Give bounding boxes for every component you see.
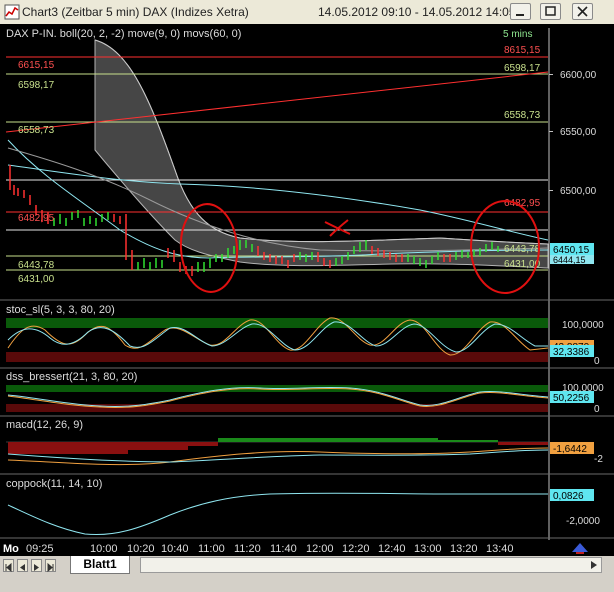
moving-average-slow	[7, 164, 549, 241]
level-label-left-4: 6482,95	[18, 213, 55, 224]
stoc-overbought-zone	[6, 318, 548, 328]
next-sheet-button[interactable]	[31, 559, 42, 572]
annotation-cross	[324, 219, 351, 237]
level-label-right-2: 6598,17	[504, 63, 541, 74]
level-label-right-3: 6558,73	[504, 110, 541, 121]
level-label-left-3: 6558,73	[18, 125, 55, 136]
time-label-1040: 10:40	[161, 543, 189, 555]
moving-average-grey	[7, 147, 549, 252]
level-label-left-6: 6431,00	[18, 274, 55, 285]
prev-arrow-icon	[20, 564, 25, 571]
chart-window: Chart3 (Zeitbar 5 min) DAX (Indizes Xetr…	[0, 0, 614, 592]
time-label-1000: 10:00	[90, 543, 118, 555]
level-label-right-5: 6443,78	[504, 244, 541, 255]
maximize-icon	[545, 6, 556, 16]
horizontal-scrollbar[interactable]	[140, 557, 602, 573]
window-date-range: 14.05.2012 09:10 - 14.05.2012 14:05	[318, 5, 516, 19]
scroll-right-icon[interactable]	[587, 558, 601, 572]
chart-app-icon	[4, 4, 20, 20]
time-label-1100: 11:00	[198, 543, 225, 555]
minimize-icon	[516, 14, 524, 16]
time-label-1220: 12:20	[342, 543, 370, 555]
stoc-oversold-zone	[6, 352, 548, 362]
last-arrow-icon	[47, 562, 54, 573]
last-price-value-2: 6444,15	[553, 255, 586, 265]
prev-sheet-button[interactable]	[17, 559, 28, 572]
dss-axis-bottom: 0	[594, 404, 600, 415]
sheet-tab-blatt1[interactable]: Blatt1	[70, 556, 130, 574]
next-arrow-icon	[34, 564, 39, 571]
coppock-axis-bottom: -2,0000	[566, 516, 600, 527]
chart-canvas[interactable]: DAX P-IN. boll(20, 2, -2) move(9, 0) mov…	[0, 24, 614, 540]
scroll-to-end-icon[interactable]	[572, 543, 588, 554]
interval-label: 5 mins	[503, 29, 532, 40]
first-arrow-icon	[5, 562, 12, 573]
sheet-tab-bar: Blatt1	[0, 556, 614, 592]
level-label-right-1: 8615,15	[504, 45, 541, 56]
level-label-left-5: 6443,78	[18, 260, 55, 271]
first-sheet-button[interactable]	[3, 559, 14, 573]
price-panel-header: DAX P-IN. boll(20, 2, -2) move(9, 0) mov…	[6, 28, 241, 40]
maximize-button[interactable]	[540, 3, 561, 20]
dss-value: 50,2256	[553, 393, 590, 404]
close-button[interactable]	[572, 3, 593, 20]
coppock-line	[7, 492, 548, 536]
stoc-axis-top: 100,0000	[562, 320, 604, 331]
time-label-1120: 11:20	[234, 543, 261, 555]
stoc-axis-bottom: 0	[594, 356, 600, 367]
time-label-1300: 13:00	[414, 543, 442, 555]
time-label-1200: 12:00	[306, 543, 334, 555]
level-label-left-1: 6615,15	[18, 60, 55, 71]
time-axis-day: Mo	[3, 543, 19, 555]
dss-axis-top: 100,0000	[562, 383, 604, 394]
chart-plot-area[interactable]: DAX P-IN. boll(20, 2, -2) move(9, 0) mov…	[0, 24, 614, 540]
time-axis: Mo 09:25 10:00 10:20 10:40 11:00 11:20 1…	[0, 540, 614, 556]
minimize-button[interactable]	[510, 3, 531, 20]
time-label-1320: 13:20	[450, 543, 478, 555]
time-label-1240: 12:40	[378, 543, 406, 555]
window-title: Chart3 (Zeitbar 5 min) DAX (Indizes Xetr…	[22, 5, 249, 19]
time-label-0925: 09:25	[26, 543, 54, 555]
stoc-panel-header: stoc_sl(5, 3, 3, 80, 20)	[6, 304, 115, 316]
resistance-trendline	[5, 71, 549, 133]
last-sheet-button[interactable]	[45, 559, 56, 573]
time-label-1140: 11:40	[270, 543, 297, 555]
price-axis-label-1: 6600,00	[560, 70, 597, 81]
time-label-1340: 13:40	[486, 543, 514, 555]
title-bar: Chart3 (Zeitbar 5 min) DAX (Indizes Xetr…	[0, 0, 614, 25]
coppock-panel-header: coppock(11, 14, 10)	[6, 478, 102, 490]
level-label-left-2: 6598,17	[18, 80, 55, 91]
close-icon	[577, 6, 588, 17]
time-label-1020: 10:20	[127, 543, 155, 555]
stoc-value-b: 32,3386	[553, 347, 590, 358]
macd-axis-bottom: -2	[594, 454, 603, 465]
time-axis-canvas: Mo 09:25 10:00 10:20 10:40 11:00 11:20 1…	[3, 543, 588, 555]
coppock-value: 0,0826	[553, 491, 584, 502]
dss-panel-header: dss_bressert(21, 3, 80, 20)	[6, 371, 137, 383]
macd-panel-header: macd(12, 26, 9)	[6, 419, 83, 431]
price-axis-label-2: 6550,00	[560, 127, 597, 138]
price-axis-label-3: 6500,00	[560, 186, 597, 197]
macd-value: -1,6442	[553, 444, 587, 455]
